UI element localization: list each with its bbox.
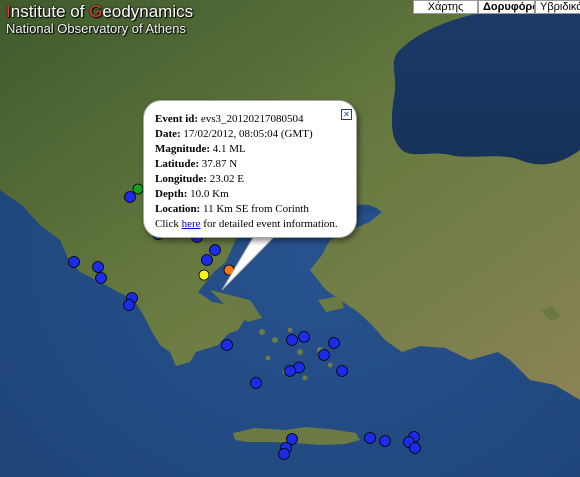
close-icon[interactable]: ✕ xyxy=(341,109,352,120)
header: Institute of Geodynamics National Observ… xyxy=(6,2,193,36)
longitude-row: Longitude: 23.02 E xyxy=(155,173,244,185)
details-row: Click here for detailed event informatio… xyxy=(155,218,338,230)
page-subtitle: National Observatory of Athens xyxy=(6,21,186,36)
earthquake-marker-blue[interactable] xyxy=(92,261,104,273)
event-details-link[interactable]: here xyxy=(182,218,201,230)
popup-body: Event id: evs3_20120217080504 Date: 17/0… xyxy=(155,112,338,232)
earthquake-marker-green[interactable] xyxy=(132,183,144,195)
earthquake-marker-blue[interactable] xyxy=(221,339,233,351)
page-title: Institute of Geodynamics xyxy=(6,2,194,21)
earthquake-marker-blue[interactable] xyxy=(95,272,107,284)
earthquake-marker-blue[interactable] xyxy=(123,299,135,311)
earthquake-marker-blue[interactable] xyxy=(328,337,340,349)
earthquake-marker-blue[interactable] xyxy=(298,331,310,343)
earthquake-marker-blue[interactable] xyxy=(364,432,376,444)
earthquake-marker-blue[interactable] xyxy=(284,365,296,377)
satellite-map[interactable] xyxy=(0,0,580,477)
earthquake-marker-blue[interactable] xyxy=(318,349,330,361)
earthquake-marker-blue[interactable] xyxy=(124,191,136,203)
map-type-control: Χάρτης Δορυφόρος Υβριδικός xyxy=(413,0,580,14)
depth-row: Depth: 10.0 Km xyxy=(155,188,229,200)
earthquake-marker-blue[interactable] xyxy=(278,448,290,460)
earthquake-marker-blue[interactable] xyxy=(68,256,80,268)
earthquake-marker-blue[interactable] xyxy=(409,442,421,454)
latitude-row: Latitude: 37.87 N xyxy=(155,158,238,170)
earthquake-marker-orange[interactable] xyxy=(223,264,235,276)
earthquake-marker-yellow[interactable] xyxy=(198,269,210,281)
map-type-map-button[interactable]: Χάρτης xyxy=(413,0,478,14)
earthquake-marker-blue[interactable] xyxy=(286,334,298,346)
map-type-satellite-button[interactable]: Δορυφόρος xyxy=(478,0,535,14)
earthquake-marker-blue[interactable] xyxy=(336,365,348,377)
date-row: Date: 17/02/2012, 08:05:04 (GMT) xyxy=(155,128,313,140)
earthquake-marker-blue[interactable] xyxy=(379,435,391,447)
event-id-row: Event id: evs3_20120217080504 xyxy=(155,113,304,125)
earthquake-marker-blue[interactable] xyxy=(201,254,213,266)
earthquake-marker-blue[interactable] xyxy=(250,377,262,389)
event-info-popup: ✕ Event id: evs3_20120217080504 Date: 17… xyxy=(143,100,357,238)
map-type-hybrid-button[interactable]: Υβριδικός xyxy=(535,0,580,14)
location-row: Location: 11 Km SE from Corinth xyxy=(155,203,309,215)
earthquake-marker-blue[interactable] xyxy=(209,244,221,256)
magnitude-row: Magnitude: 4.1 ML xyxy=(155,143,246,155)
